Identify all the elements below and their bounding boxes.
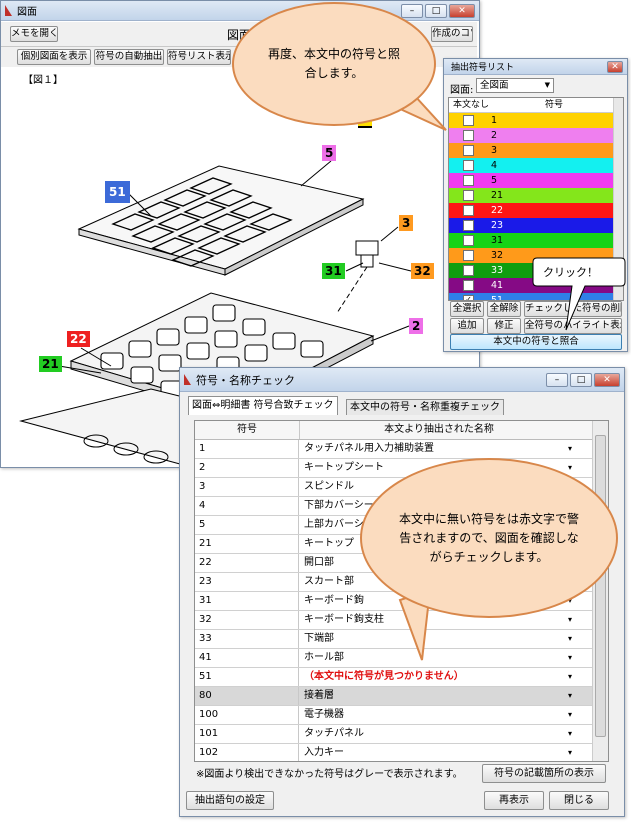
bottom-speech-bubble: 本文中に無い符号をは赤文字で警告されますので、図面を確認しながらチェックします。 [360, 458, 618, 618]
bottom-bubble-text: 本文中に無い符号をは赤文字で警告されますので、図面を確認しながらチェックします。 [398, 511, 579, 564]
bottom-bubble-tail [398, 588, 432, 661]
